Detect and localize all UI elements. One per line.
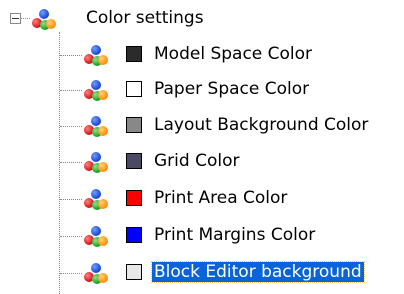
collapse-toggle-icon[interactable] bbox=[10, 13, 21, 24]
tree-connector bbox=[60, 55, 82, 56]
color-settings-icon bbox=[84, 226, 108, 248]
tree-item-block-editor-background[interactable]: Block Editor background bbox=[151, 261, 365, 283]
tree-guide-line bbox=[59, 32, 60, 294]
tree-item-model-space-color[interactable]: Model Space Color bbox=[154, 44, 312, 64]
color-swatch bbox=[126, 81, 142, 97]
color-settings-tree: Color settings Model Space Color Paper S… bbox=[0, 0, 404, 294]
tree-connector bbox=[60, 90, 82, 91]
color-settings-icon bbox=[84, 189, 108, 211]
color-settings-icon bbox=[84, 263, 108, 285]
color-swatch bbox=[126, 46, 142, 62]
color-swatch bbox=[126, 153, 142, 169]
color-swatch bbox=[126, 264, 142, 280]
tree-item-grid-color[interactable]: Grid Color bbox=[154, 151, 239, 171]
color-settings-icon bbox=[32, 9, 56, 31]
color-settings-icon bbox=[84, 80, 108, 102]
tree-item-print-margins-color[interactable]: Print Margins Color bbox=[154, 225, 315, 245]
tree-item-layout-background-color[interactable]: Layout Background Color bbox=[154, 115, 368, 135]
color-settings-icon bbox=[84, 152, 108, 174]
tree-connector bbox=[60, 162, 82, 163]
tree-item-paper-space-color[interactable]: Paper Space Color bbox=[154, 79, 309, 99]
color-settings-icon bbox=[84, 45, 108, 67]
tree-connector bbox=[21, 18, 30, 19]
color-swatch bbox=[126, 117, 142, 133]
color-settings-icon bbox=[84, 116, 108, 138]
tree-connector bbox=[60, 236, 82, 237]
tree-connector bbox=[60, 273, 82, 274]
tree-root-label[interactable]: Color settings bbox=[86, 8, 204, 28]
tree-item-print-area-color[interactable]: Print Area Color bbox=[154, 188, 287, 208]
color-swatch bbox=[126, 227, 142, 243]
color-swatch bbox=[126, 190, 142, 206]
tree-connector bbox=[60, 126, 82, 127]
tree-connector bbox=[60, 199, 82, 200]
